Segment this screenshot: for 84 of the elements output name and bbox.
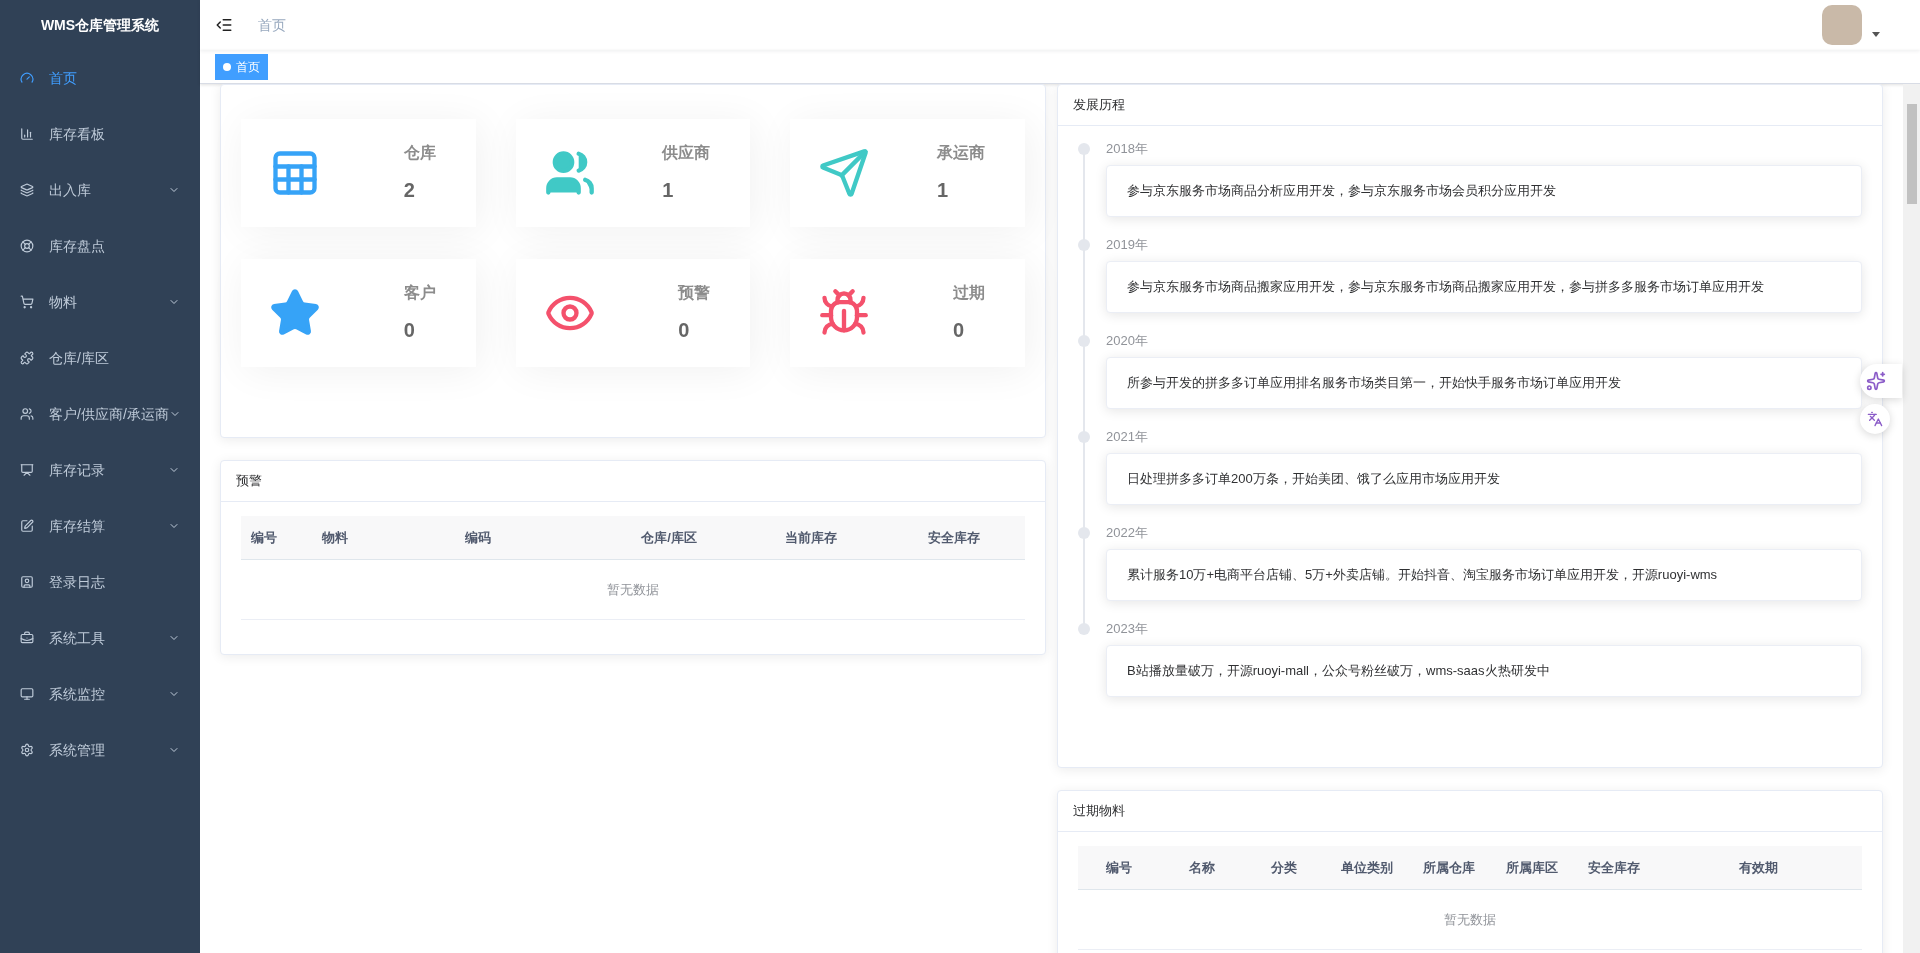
panel-title: 预警 bbox=[236, 472, 262, 491]
stat-card[interactable]: 承运商 1 bbox=[790, 119, 1025, 227]
users-icon bbox=[20, 407, 34, 421]
sidebar-item[interactable]: 系统工具 bbox=[0, 610, 200, 666]
sidebar-item[interactable]: 首页 bbox=[0, 50, 200, 106]
lifebuoy-icon bbox=[20, 239, 34, 253]
stat-value: 0 bbox=[953, 318, 965, 343]
sidebar-item[interactable]: 库存看板 bbox=[0, 106, 200, 162]
timeline-card: 参与京东服务市场商品分析应用开发，参与京东服务市场会员积分应用开发 bbox=[1106, 165, 1862, 217]
stat-label: 仓库 bbox=[403, 143, 436, 163]
sidebar-item[interactable]: 客户/供应商/承运商 bbox=[0, 386, 200, 442]
presentation-icon bbox=[20, 463, 34, 477]
layers-icon bbox=[20, 183, 34, 197]
column-header: 有效期 bbox=[1738, 858, 1780, 877]
sidebar-item[interactable]: 系统管理 bbox=[0, 722, 200, 778]
stat-value: 0 bbox=[678, 318, 690, 343]
sidebar-item[interactable]: 出入库 bbox=[0, 162, 200, 218]
sidebar-item[interactable]: 登录日志 bbox=[0, 554, 200, 610]
menu-icon[interactable] bbox=[215, 16, 233, 34]
column-header: 安全库存 bbox=[1587, 858, 1642, 877]
stat-card[interactable]: 仓库 2 bbox=[241, 119, 476, 227]
ai-sparkle-button[interactable] bbox=[1860, 364, 1902, 398]
panel-title: 发展历程 bbox=[1073, 96, 1125, 115]
stat-label: 预警 bbox=[678, 283, 711, 303]
column-header: 物料 bbox=[321, 528, 350, 547]
empty-text: 暂无数据 bbox=[607, 580, 659, 599]
translate-button[interactable] bbox=[1860, 404, 1890, 434]
sidebar-item[interactable]: 库存记录 bbox=[0, 442, 200, 498]
column-header: 分类 bbox=[1270, 858, 1299, 877]
sidebar-item[interactable]: 物料 bbox=[0, 274, 200, 330]
edit-icon bbox=[20, 519, 34, 533]
column-header: 编号 bbox=[1105, 858, 1134, 877]
timeline-card: 日处理拼多多订单200万条，开始美团、饿了么应用市场应用开发 bbox=[1106, 453, 1862, 505]
settings-icon bbox=[20, 743, 34, 757]
bar-chart-icon bbox=[20, 127, 34, 141]
stat-card[interactable]: 过期 0 bbox=[790, 259, 1025, 367]
stat-value: 1 bbox=[937, 178, 949, 203]
column-header: 所属仓库 bbox=[1422, 858, 1477, 877]
timeline-year: 2019年 bbox=[1106, 237, 1149, 253]
timeline-year: 2018年 bbox=[1106, 141, 1149, 157]
column-header: 编号 bbox=[250, 528, 278, 547]
stat-value: 0 bbox=[403, 318, 415, 343]
monitor-icon bbox=[20, 687, 34, 701]
sidebar-item[interactable]: 库存结算 bbox=[0, 498, 200, 554]
stat-label: 承运商 bbox=[937, 143, 985, 163]
sparkles-icon bbox=[1866, 371, 1886, 391]
stat-card[interactable]: 预警 0 bbox=[515, 259, 751, 367]
briefcase-icon bbox=[20, 631, 34, 645]
translate-icon bbox=[1867, 411, 1883, 427]
stat-label: 客户 bbox=[403, 283, 436, 303]
timeline-year: 2020年 bbox=[1106, 333, 1149, 349]
app-title: WMS仓库管理系统 bbox=[40, 15, 160, 35]
timeline-year: 2021年 bbox=[1106, 429, 1149, 445]
caret-icon[interactable] bbox=[1872, 31, 1880, 37]
puzzle-icon bbox=[20, 351, 34, 365]
timeline-card: B站播放量破万，开源ruoyi-mall，公众号粉丝破万，wms-saas火热研发中 bbox=[1106, 645, 1862, 697]
gauge-icon bbox=[20, 71, 34, 85]
column-header: 单位类别 bbox=[1339, 858, 1394, 877]
timeline-card: 参与京东服务市场商品搬家应用开发，参与京东服务市场商品搬家应用开发，参与拼多多服务市场订单应用开发 bbox=[1106, 261, 1862, 313]
timeline-card: 累计服务10万+电商平台店铺、5万+外卖店铺。开始抖音、淘宝服务市场订单应用开发，开源ruoyi-wms bbox=[1106, 549, 1862, 601]
scrollbar[interactable] bbox=[1903, 84, 1920, 953]
column-header: 所属库区 bbox=[1504, 858, 1559, 877]
timeline-year: 2023年 bbox=[1106, 621, 1149, 637]
timeline-year: 2022年 bbox=[1106, 525, 1149, 541]
user-card-icon bbox=[20, 575, 34, 589]
column-header: 当前库存 bbox=[784, 528, 839, 547]
cart-icon bbox=[20, 295, 34, 309]
timeline-card: 所参与开发的拼多多订单应用排名服务市场类目第一，开始快手服务市场订单应用开发 bbox=[1106, 357, 1862, 409]
empty-text: 暂无数据 bbox=[1444, 910, 1496, 929]
sidebar-item[interactable]: 库存盘点 bbox=[0, 218, 200, 274]
stat-label: 过期 bbox=[953, 283, 985, 303]
sidebar-item[interactable]: 仓库/库区 bbox=[0, 330, 200, 386]
column-header: 仓库/库区 bbox=[640, 528, 698, 547]
column-header: 名称 bbox=[1187, 858, 1216, 877]
column-header: 安全库存 bbox=[926, 528, 981, 547]
stat-card[interactable]: 供应商 1 bbox=[515, 119, 751, 227]
sidebar-item[interactable]: 系统监控 bbox=[0, 666, 200, 722]
stat-value: 2 bbox=[403, 178, 415, 203]
breadcrumb-item: 首页 bbox=[258, 15, 286, 35]
stat-label: 供应商 bbox=[662, 143, 711, 163]
stat-value: 1 bbox=[662, 178, 674, 203]
stat-card[interactable]: 客户 0 bbox=[241, 259, 476, 367]
column-header: 编码 bbox=[464, 528, 493, 547]
panel-title: 过期物料 bbox=[1073, 802, 1125, 821]
